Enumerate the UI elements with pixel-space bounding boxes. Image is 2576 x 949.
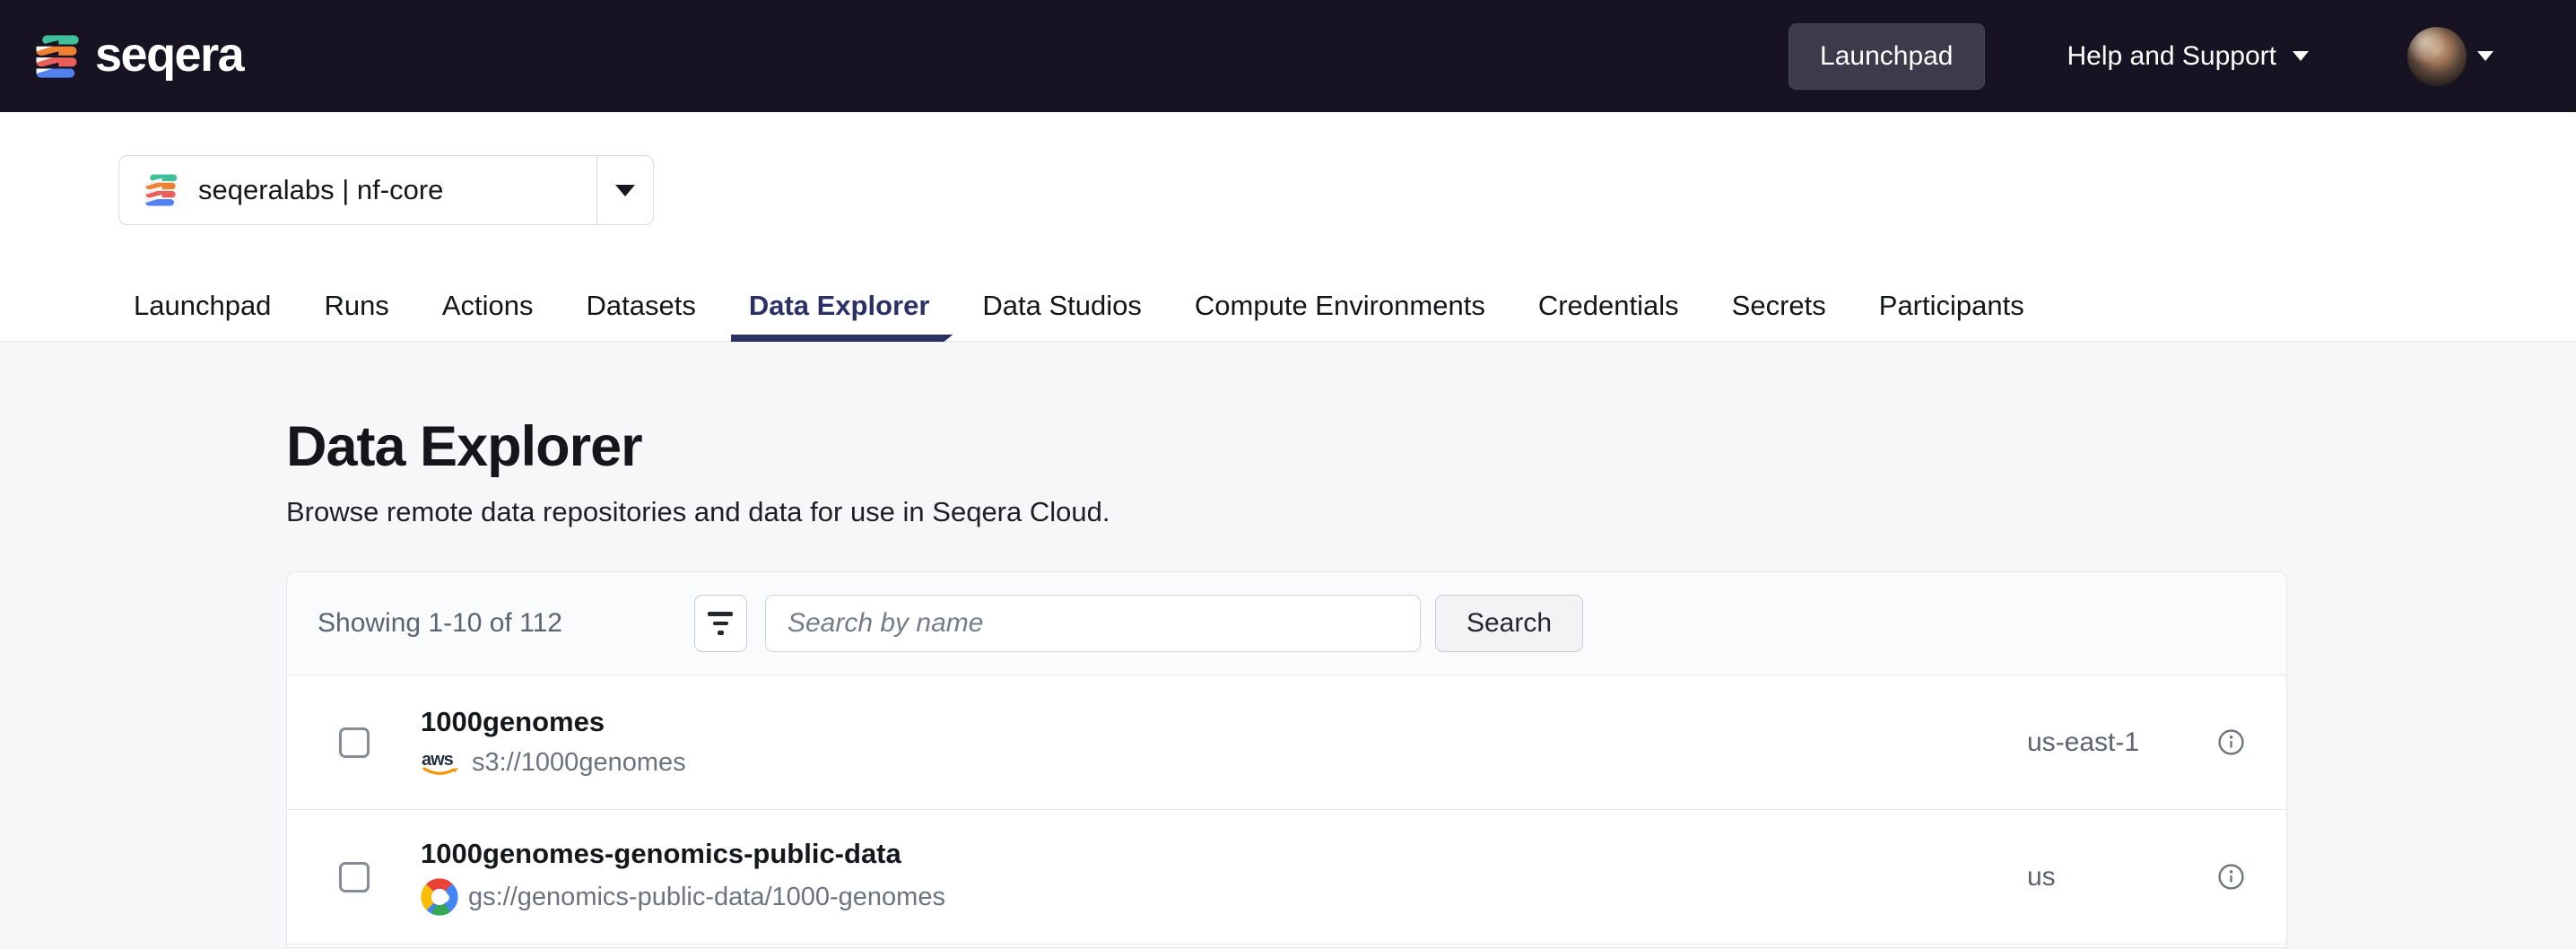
workspace-selector-dropdown-button[interactable] (597, 185, 653, 196)
tab-runs[interactable]: Runs (324, 290, 388, 342)
tab-data-studios[interactable]: Data Studios (982, 290, 1142, 342)
workspace-tabs: Launchpad Runs Actions Datasets Data Exp… (134, 290, 2576, 342)
launchpad-button[interactable]: Launchpad (1788, 23, 1984, 90)
workspace-subheader: seqeralabs | nf-core Launchpad Runs Acti… (0, 112, 2576, 342)
filter-button[interactable] (694, 595, 747, 652)
tab-actions[interactable]: Actions (442, 290, 534, 342)
bucket-name-link[interactable]: 1000genomes (421, 706, 686, 738)
bucket-region: us (2027, 862, 2217, 892)
help-and-support-menu[interactable]: Help and Support (2067, 41, 2310, 72)
tab-participants[interactable]: Participants (1879, 290, 2024, 342)
caret-down-icon (615, 185, 635, 196)
aws-icon: aws (421, 750, 462, 779)
pagination-summary: Showing 1-10 of 112 (318, 608, 562, 639)
filter-icon (708, 612, 733, 616)
panel-toolbar: Showing 1-10 of 112 Search (287, 572, 2286, 675)
help-and-support-label: Help and Support (2067, 41, 2277, 72)
tab-secrets[interactable]: Secrets (1732, 290, 1826, 342)
bucket-uri: s3://1000genomes (472, 748, 686, 778)
table-row[interactable]: 1000genomes-genomics-public-data gs://ge… (287, 810, 2286, 945)
chevron-down-icon (2293, 51, 2309, 61)
workspace-org-logo-icon (143, 172, 178, 208)
page-subtitle: Browse remote data repositories and data… (286, 496, 2576, 528)
google-cloud-icon (421, 878, 458, 916)
bucket-region: us-east-1 (2027, 727, 2217, 758)
top-navbar: seqera Launchpad Help and Support (0, 0, 2576, 112)
table-row-partial (287, 945, 2286, 948)
search-button[interactable]: Search (1435, 595, 1583, 652)
info-icon[interactable] (2217, 863, 2245, 891)
bucket-uri-line: aws s3://1000genomes (421, 746, 686, 779)
seqera-logo-icon (32, 32, 81, 81)
tab-credentials[interactable]: Credentials (1538, 290, 1679, 342)
search-input[interactable] (765, 595, 1421, 652)
row-right-group: us (2027, 862, 2245, 892)
avatar[interactable] (2407, 27, 2467, 86)
bucket-name-link[interactable]: 1000genomes-genomics-public-data (421, 838, 945, 870)
seqera-brand[interactable]: seqera (32, 30, 243, 83)
data-explorer-panel: Showing 1-10 of 112 Search 1000genomes a… (286, 571, 2287, 948)
tab-compute-environments[interactable]: Compute Environments (1195, 290, 1485, 342)
bucket-info: 1000genomes aws s3://1000genomes (421, 706, 686, 779)
workspace-selector[interactable]: seqeralabs | nf-core (118, 155, 654, 225)
brand-wordmark: seqera (95, 27, 243, 83)
bucket-info: 1000genomes-genomics-public-data gs://ge… (421, 838, 945, 916)
svg-text:aws: aws (422, 750, 454, 770)
user-menu[interactable] (2407, 27, 2493, 86)
row-right-group: us-east-1 (2027, 727, 2245, 758)
bucket-uri: gs://genomics-public-data/1000-genomes (468, 883, 945, 912)
workspace-selector-label: seqeralabs | nf-core (198, 174, 443, 206)
bucket-uri-line: gs://genomics-public-data/1000-genomes (421, 878, 945, 916)
chevron-down-icon (2477, 51, 2493, 61)
info-icon[interactable] (2217, 728, 2245, 756)
row-checkbox[interactable] (339, 862, 370, 892)
row-checkbox[interactable] (339, 727, 370, 758)
page-header: Data Explorer Browse remote data reposit… (286, 417, 2576, 528)
page-title: Data Explorer (286, 417, 2576, 476)
tab-datasets[interactable]: Datasets (586, 290, 695, 342)
table-row[interactable]: 1000genomes aws s3://1000genomes us-east… (287, 675, 2286, 810)
tab-launchpad[interactable]: Launchpad (134, 290, 271, 342)
tab-data-explorer[interactable]: Data Explorer (749, 290, 930, 342)
navbar-right-group: Launchpad Help and Support (1788, 23, 2493, 90)
